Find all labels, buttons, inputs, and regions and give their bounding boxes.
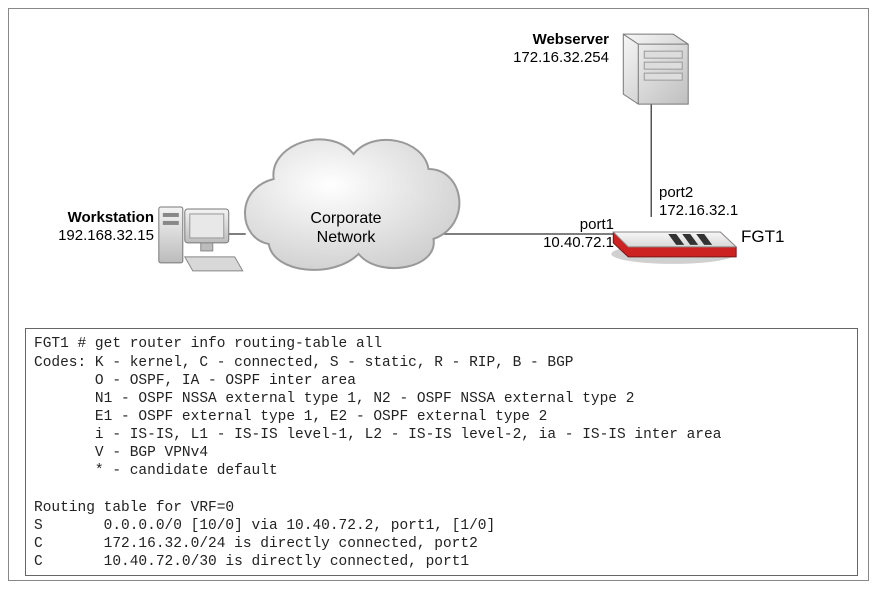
cli-line-prompt: FGT1 # get router info routing-table all xyxy=(34,336,382,352)
cli-route-static: S 0.0.0.0/0 [10/0] via 10.40.72.2, port1… xyxy=(34,518,495,534)
port2-name: port2 xyxy=(659,184,738,202)
port1-ip: 10.40.72.1 xyxy=(509,234,614,252)
cli-route-c1: C 172.16.32.0/24 is directly connected, … xyxy=(34,536,478,552)
cli-line-ospf: O - OSPF, IA - OSPF inter area xyxy=(34,373,356,389)
webserver-ip: 172.16.32.254 xyxy=(449,49,609,67)
fgt1-name: FGT1 xyxy=(741,227,784,247)
cloud-label-1: Corporate xyxy=(286,209,406,228)
cli-route-c2: C 10.40.72.0/30 is directly connected, p… xyxy=(34,554,469,570)
cloud-label-2: Network xyxy=(286,228,406,247)
workstation-label: Workstation 192.168.32.15 xyxy=(39,209,154,245)
cloud-label: Corporate Network xyxy=(286,209,406,247)
cli-line-cand: * - candidate default xyxy=(34,463,278,479)
port1-name: port1 xyxy=(509,216,614,234)
topology-canvas xyxy=(9,9,868,364)
exhibit-frame: Webserver 172.16.32.254 port2 172.16.32.… xyxy=(8,8,869,581)
cli-line-nssa: N1 - OSPF NSSA external type 1, N2 - OSP… xyxy=(34,391,634,407)
webserver-title: Webserver xyxy=(449,31,609,49)
cloud-icon xyxy=(245,139,459,269)
cli-line-isis: i - IS-IS, L1 - IS-IS level-1, L2 - IS-I… xyxy=(34,427,721,443)
cli-output-box: FGT1 # get router info routing-table all… xyxy=(25,328,858,576)
webserver-icon xyxy=(623,34,688,104)
topology-diagram: Webserver 172.16.32.254 port2 172.16.32.… xyxy=(9,9,868,364)
webserver-label: Webserver 172.16.32.254 xyxy=(449,31,609,67)
fgt1-icon xyxy=(611,232,736,264)
cli-line-vpn: V - BGP VPNv4 xyxy=(34,445,208,461)
workstation-icon xyxy=(159,207,243,271)
port1-label: port1 10.40.72.1 xyxy=(509,216,614,252)
workstation-title: Workstation xyxy=(39,209,154,227)
cli-line-vrf: Routing table for VRF=0 xyxy=(34,500,234,516)
port2-ip: 172.16.32.1 xyxy=(659,202,738,220)
port2-label: port2 172.16.32.1 xyxy=(659,184,738,220)
workstation-ip: 192.168.32.15 xyxy=(39,227,154,245)
cli-line-ext: E1 - OSPF external type 1, E2 - OSPF ext… xyxy=(34,409,547,425)
cli-line-codes: Codes: K - kernel, C - connected, S - st… xyxy=(34,355,574,371)
